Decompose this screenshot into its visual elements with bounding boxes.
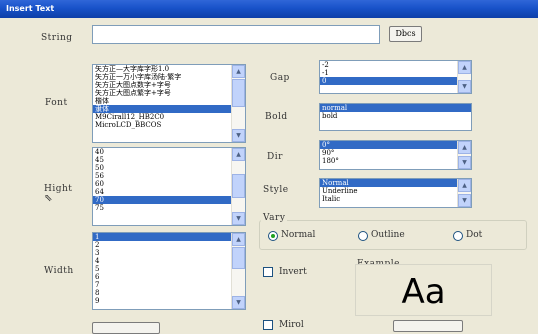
style-listbox[interactable]: Normal Underline Italic ▲ ▼ — [319, 178, 472, 208]
style-list-item[interactable]: Italic — [320, 195, 457, 203]
width-listbox[interactable]: 123456789 ▲ ▼ — [92, 232, 246, 310]
font-list-item[interactable]: 隶体 — [93, 105, 231, 113]
dir-scrollbar[interactable]: ▲ ▼ — [457, 141, 471, 169]
dir-label: Dir — [267, 152, 283, 162]
height-listbox[interactable]: 40 45 50 56 60 64 70 75 ▲ ▼ — [92, 147, 246, 226]
string-input[interactable] — [92, 25, 380, 44]
font-list-item[interactable]: MicroLCD_BBCOS — [93, 121, 231, 129]
dbcs-button[interactable]: Dbcs — [389, 26, 422, 42]
scroll-up-arrow-icon[interactable]: ▲ — [232, 65, 245, 78]
bold-list-rows: normal bold — [320, 104, 471, 130]
width-list-item[interactable]: 5 — [93, 265, 231, 273]
gap-list-item[interactable]: 0 — [320, 77, 457, 85]
gap-scrollbar[interactable]: ▲ ▼ — [457, 61, 471, 93]
window-title: Insert Text — [6, 4, 55, 13]
scroll-up-arrow-icon[interactable]: ▲ — [458, 61, 471, 74]
style-list-item[interactable]: Underline — [320, 187, 457, 195]
bold-list-item[interactable]: bold — [320, 112, 471, 120]
scroll-down-arrow-icon[interactable]: ▼ — [232, 296, 245, 309]
mirror-checkbox[interactable] — [263, 320, 273, 330]
dir-list-item[interactable]: 180° — [320, 157, 457, 165]
font-list-rows: 矢方正—大字库字形1.0 矢方正一万小字库汤陆·繁字 矢方正大图点数字+字号 矢方正大… — [93, 65, 231, 142]
example-preview-text: Aa — [401, 272, 446, 312]
vary-outline-radio[interactable] — [358, 231, 368, 241]
dir-list-item[interactable]: 90° — [320, 149, 457, 157]
width-list-item[interactable]: 4 — [93, 257, 231, 265]
font-list-item[interactable]: 矢方正大图点数字+字号 — [93, 81, 231, 89]
dir-list-rows: 0° 90° 180° — [320, 141, 457, 169]
height-list-rows: 40 45 50 56 60 64 70 75 — [93, 148, 231, 225]
scroll-up-arrow-icon[interactable]: ▲ — [458, 179, 471, 192]
scroll-down-arrow-icon[interactable]: ▼ — [232, 212, 245, 225]
dir-listbox[interactable]: 0° 90° 180° ▲ ▼ — [319, 140, 472, 170]
height-list-item[interactable]: 50 — [93, 164, 231, 172]
style-scrollbar[interactable]: ▲ ▼ — [457, 179, 471, 207]
width-list-item[interactable]: 3 — [93, 249, 231, 257]
style-list-rows: Normal Underline Italic — [320, 179, 457, 207]
gap-list-rows: -2 -1 0 — [320, 61, 457, 93]
width-list-item[interactable]: 1 — [93, 233, 231, 241]
height-list-item[interactable]: 45 — [93, 156, 231, 164]
style-list-item[interactable]: Normal — [320, 179, 457, 187]
scroll-thumb[interactable] — [232, 79, 245, 107]
width-scrollbar[interactable]: ▲ ▼ — [231, 233, 245, 309]
width-list-item[interactable]: 7 — [93, 281, 231, 289]
vary-dot-label: Dot — [466, 230, 483, 240]
width-list-item[interactable]: 2 — [93, 241, 231, 249]
width-label: Width — [44, 266, 74, 276]
height-list-item[interactable]: 56 — [93, 172, 231, 180]
vary-label: Vary — [261, 213, 288, 223]
mirror-label: Mirol — [279, 320, 304, 330]
width-list-item[interactable]: 8 — [93, 289, 231, 297]
scroll-up-arrow-icon[interactable]: ▲ — [458, 141, 471, 154]
height-list-item[interactable]: 40 — [93, 148, 231, 156]
bottom-left-button[interactable] — [92, 322, 160, 334]
bold-listbox[interactable]: normal bold — [319, 103, 472, 131]
bold-list-item[interactable]: normal — [320, 104, 471, 112]
bold-label: Bold — [265, 112, 288, 122]
width-list-rows: 123456789 — [93, 233, 231, 309]
font-label: Font — [45, 98, 68, 108]
scroll-thumb[interactable] — [232, 174, 245, 198]
scroll-down-arrow-icon[interactable]: ▼ — [458, 80, 471, 93]
width-list-item[interactable]: 6 — [93, 273, 231, 281]
font-list-item[interactable]: 矢方正大图点繁字+字号 — [93, 89, 231, 97]
font-list-item[interactable]: M9Cirall12_HB2C0 — [93, 113, 231, 121]
font-listbox[interactable]: 矢方正—大字库字形1.0 矢方正一万小字库汤陆·繁字 矢方正大图点数字+字号 矢方正大… — [92, 64, 246, 143]
style-label: Style — [263, 185, 289, 195]
scroll-up-arrow-icon[interactable]: ▲ — [232, 148, 245, 161]
font-list-item[interactable]: 楷体 — [93, 97, 231, 105]
cursor-icon: ⇖ — [44, 193, 53, 204]
vary-normal-label: Normal — [281, 230, 316, 240]
gap-list-item[interactable]: -1 — [320, 69, 457, 77]
scroll-down-arrow-icon[interactable]: ▼ — [458, 156, 471, 169]
height-list-item[interactable]: 75 — [93, 204, 231, 212]
gap-listbox[interactable]: -2 -1 0 ▲ ▼ — [319, 60, 472, 94]
invert-checkbox[interactable] — [263, 267, 273, 277]
vary-normal-radio[interactable] — [268, 231, 278, 241]
string-label: String — [41, 33, 73, 43]
font-list-item[interactable]: 矢方正—大字库字形1.0 — [93, 65, 231, 73]
font-list-item[interactable]: 矢方正一万小字库汤陆·繁字 — [93, 73, 231, 81]
scroll-up-arrow-icon[interactable]: ▲ — [232, 233, 245, 246]
gap-label: Gap — [270, 73, 290, 83]
width-list-item[interactable]: 9 — [93, 297, 231, 305]
scroll-down-arrow-icon[interactable]: ▼ — [458, 194, 471, 207]
dir-list-item[interactable]: 0° — [320, 141, 457, 149]
scroll-down-arrow-icon[interactable]: ▼ — [232, 129, 245, 142]
vary-outline-label: Outline — [371, 230, 405, 240]
gap-list-item[interactable]: -2 — [320, 61, 457, 69]
invert-label: Invert — [279, 267, 307, 277]
vary-dot-radio[interactable] — [453, 231, 463, 241]
height-scrollbar[interactable]: ▲ ▼ — [231, 148, 245, 225]
height-list-item[interactable]: 70 — [93, 196, 231, 204]
bottom-right-button[interactable] — [393, 320, 463, 332]
height-list-item[interactable]: 60 — [93, 180, 231, 188]
scroll-thumb[interactable] — [232, 247, 245, 269]
height-list-item[interactable]: 64 — [93, 188, 231, 196]
window-titlebar: Insert Text — [0, 0, 538, 18]
font-scrollbar[interactable]: ▲ ▼ — [231, 65, 245, 142]
